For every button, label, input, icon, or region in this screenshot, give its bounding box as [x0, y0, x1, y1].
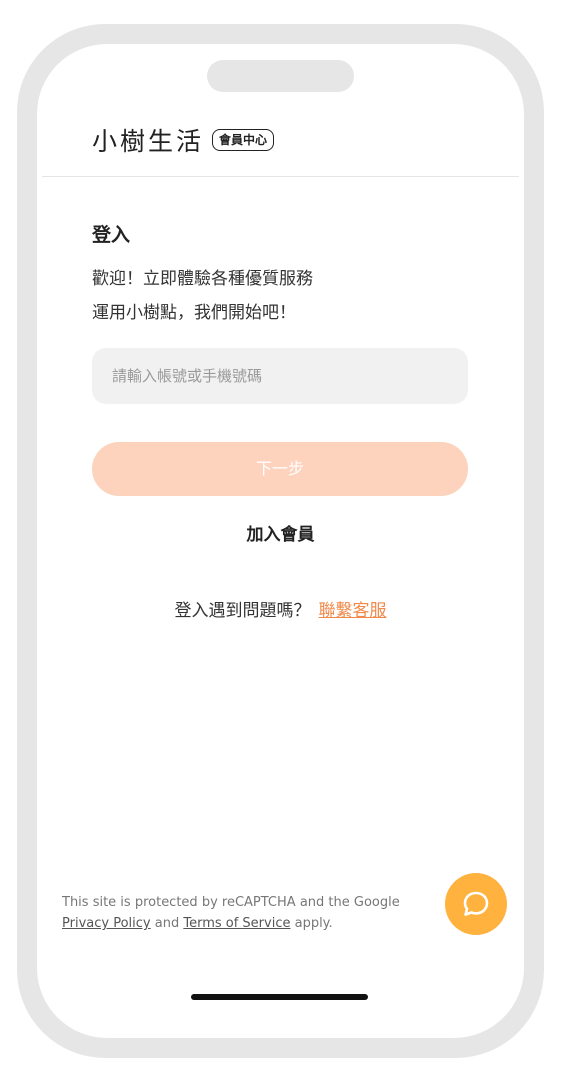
terms-of-service-link[interactable]: Terms of Service: [183, 916, 290, 931]
home-indicator: [191, 994, 368, 1000]
welcome-text: 歡迎！立即體驗各種優質服務: [92, 269, 313, 289]
recaptcha-apply: apply.: [290, 916, 333, 931]
contact-support-link[interactable]: 聯繫客服: [319, 601, 387, 621]
brand-name: 小樹生活: [92, 127, 205, 156]
dynamic-island: [207, 60, 354, 92]
chat-bubble-icon: [463, 891, 489, 916]
intro-text: 運用小樹點，我們開始吧！: [92, 303, 296, 323]
account-input-container: [92, 348, 468, 404]
header-divider: [42, 176, 519, 177]
header: 小樹生活 會員中心: [92, 122, 275, 158]
next-button[interactable]: 下一步: [92, 442, 468, 496]
join-member-link[interactable]: 加入會員: [37, 520, 524, 545]
help-text: 登入遇到問題嗎？: [174, 601, 311, 621]
recaptcha-text: This site is protected by reCAPTCHA and …: [62, 895, 400, 910]
account-input[interactable]: [110, 366, 454, 386]
help-row: 登入遇到問題嗎？ 聯繫客服: [37, 596, 524, 621]
phone-screen: 小樹生活 會員中心 登入 歡迎！立即體驗各種優質服務 運用小樹點，我們開始吧！ …: [37, 44, 524, 1038]
recaptcha-notice: This site is protected by reCAPTCHA and …: [62, 892, 442, 934]
member-center-badge: 會員中心: [212, 129, 275, 151]
recaptcha-and: and: [150, 916, 184, 931]
privacy-policy-link[interactable]: Privacy Policy: [62, 916, 151, 931]
chat-button[interactable]: [445, 873, 507, 935]
page-title: 登入: [92, 224, 131, 246]
